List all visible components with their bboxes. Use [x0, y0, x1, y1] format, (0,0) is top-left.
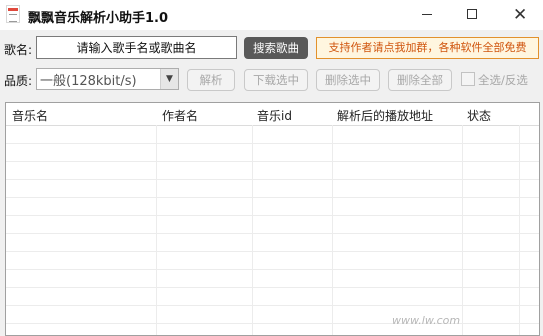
minimize-icon: [422, 14, 432, 15]
song-name-label: 歌名:: [4, 43, 33, 57]
column-gridline: [519, 125, 520, 335]
column-gridline: [156, 125, 157, 335]
column-header-music-id[interactable]: 音乐id: [257, 107, 292, 124]
quality-selected-value: 一般(128kbit/s): [40, 74, 137, 89]
row-gridline: [6, 269, 539, 270]
column-header-status[interactable]: 状态: [467, 107, 491, 124]
title-bar: 飘飘音乐解析小助手1.0 ✕: [0, 0, 543, 30]
row-gridline: [6, 251, 539, 252]
row-gridline: [6, 305, 539, 306]
minimize-button[interactable]: [404, 0, 450, 30]
select-all-checkbox[interactable]: [461, 72, 475, 86]
select-all-label: 全选/反选: [478, 73, 528, 87]
close-button[interactable]: ✕: [497, 0, 543, 30]
column-header-music-name[interactable]: 音乐名: [12, 107, 48, 124]
search-input[interactable]: [36, 36, 237, 59]
quality-label: 品质:: [4, 74, 33, 88]
delete-selected-button[interactable]: 删除选中: [316, 69, 380, 91]
column-header-author[interactable]: 作者名: [162, 107, 198, 124]
watermark: www.lw.com: [392, 314, 461, 327]
maximize-icon: [467, 9, 477, 19]
column-gridline: [332, 125, 333, 335]
maximize-button[interactable]: [450, 0, 496, 30]
row-gridline: [6, 215, 539, 216]
column-header-play-url[interactable]: 解析后的播放地址: [337, 107, 433, 124]
join-group-link[interactable]: 支持作者请点我加群，各种软件全部免费: [316, 37, 539, 59]
search-button[interactable]: 搜索歌曲: [244, 37, 308, 59]
column-gridline: [462, 125, 463, 335]
row-gridline: [6, 161, 539, 162]
song-table[interactable]: 音乐名 作者名 音乐id 解析后的播放地址 状态: [5, 102, 540, 336]
row-gridline: [6, 179, 539, 180]
download-selected-button[interactable]: 下载选中: [244, 69, 308, 91]
close-icon: ✕: [513, 5, 528, 25]
row-gridline: [6, 143, 539, 144]
table-header: 音乐名 作者名 音乐id 解析后的播放地址 状态: [6, 103, 539, 126]
row-gridline: [6, 287, 539, 288]
column-gridline: [252, 125, 253, 335]
row-gridline: [6, 233, 539, 234]
app-icon: [6, 5, 20, 23]
window-title: 飘飘音乐解析小助手1.0: [28, 11, 169, 26]
parse-button[interactable]: 解析: [187, 69, 235, 91]
delete-all-button[interactable]: 删除全部: [388, 69, 452, 91]
quality-select[interactable]: 一般(128kbit/s) ▼: [36, 68, 179, 90]
row-gridline: [6, 197, 539, 198]
chevron-down-icon: ▼: [160, 69, 178, 89]
